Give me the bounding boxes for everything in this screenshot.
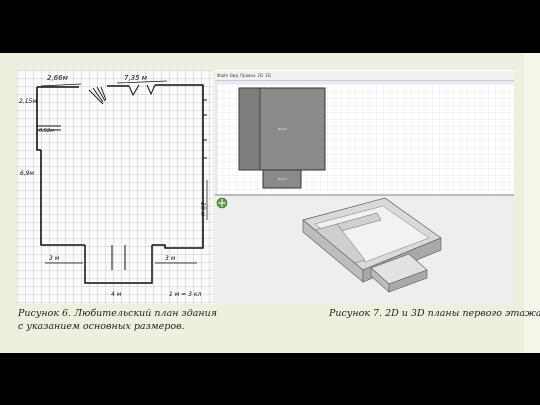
menu-item-3d[interactable]: 3D <box>265 73 271 79</box>
view-splitter[interactable] <box>215 194 514 196</box>
menu-item-view[interactable]: Вид <box>230 73 238 79</box>
dim-left-small: 0,52м <box>39 128 54 134</box>
sketch-scale-note: 1 м = 3 кл <box>169 291 201 298</box>
dim-top-right: 7,35 м <box>124 74 148 82</box>
sketch-plan-image: 2,66м 7,35 м 2,15м 0,52м 6,9м 18 м 3 м 3… <box>17 70 213 304</box>
editor-views: Room Room <box>215 80 514 304</box>
editor-menu: Файл Вид Правка 2D 3D <box>215 73 271 79</box>
figure-7-caption: Рисунок 7. 2D и 3D планы первого этажа <box>329 308 540 319</box>
menu-item-edit[interactable]: Правка <box>240 73 255 79</box>
sketch-plan-drawing: 2,66м 7,35 м 2,15м 0,52м 6,9м 18 м 3 м 3… <box>17 70 213 304</box>
figure-6-caption-line2: с указанием основных размеров. <box>18 321 185 332</box>
figure-6-caption: Рисунок 6. Любительский план здания с ук… <box>18 307 217 333</box>
figure-6-caption-line1: Рисунок 6. Любительский план здания <box>18 308 218 319</box>
editor-screenshot: Room Room <box>215 70 514 304</box>
dim-right-side: 18 м <box>199 202 206 217</box>
dim-bottom-center: 4 м <box>111 291 122 298</box>
room-label-lower: Room <box>278 177 287 181</box>
dim-left-mid: 6,9м <box>20 170 35 177</box>
dim-top-left: 2,66м <box>47 74 69 82</box>
dim-left-upper: 2,15м <box>19 98 37 105</box>
dim-bottom-left: 3 м <box>49 255 60 262</box>
room-label-upper: Room <box>278 127 287 131</box>
menu-item-file[interactable]: Файл <box>217 73 228 79</box>
menu-item-2d[interactable]: 2D <box>257 73 263 79</box>
navigation-compass-icon[interactable] <box>216 197 228 209</box>
dim-bottom-right: 3 м <box>165 255 176 262</box>
